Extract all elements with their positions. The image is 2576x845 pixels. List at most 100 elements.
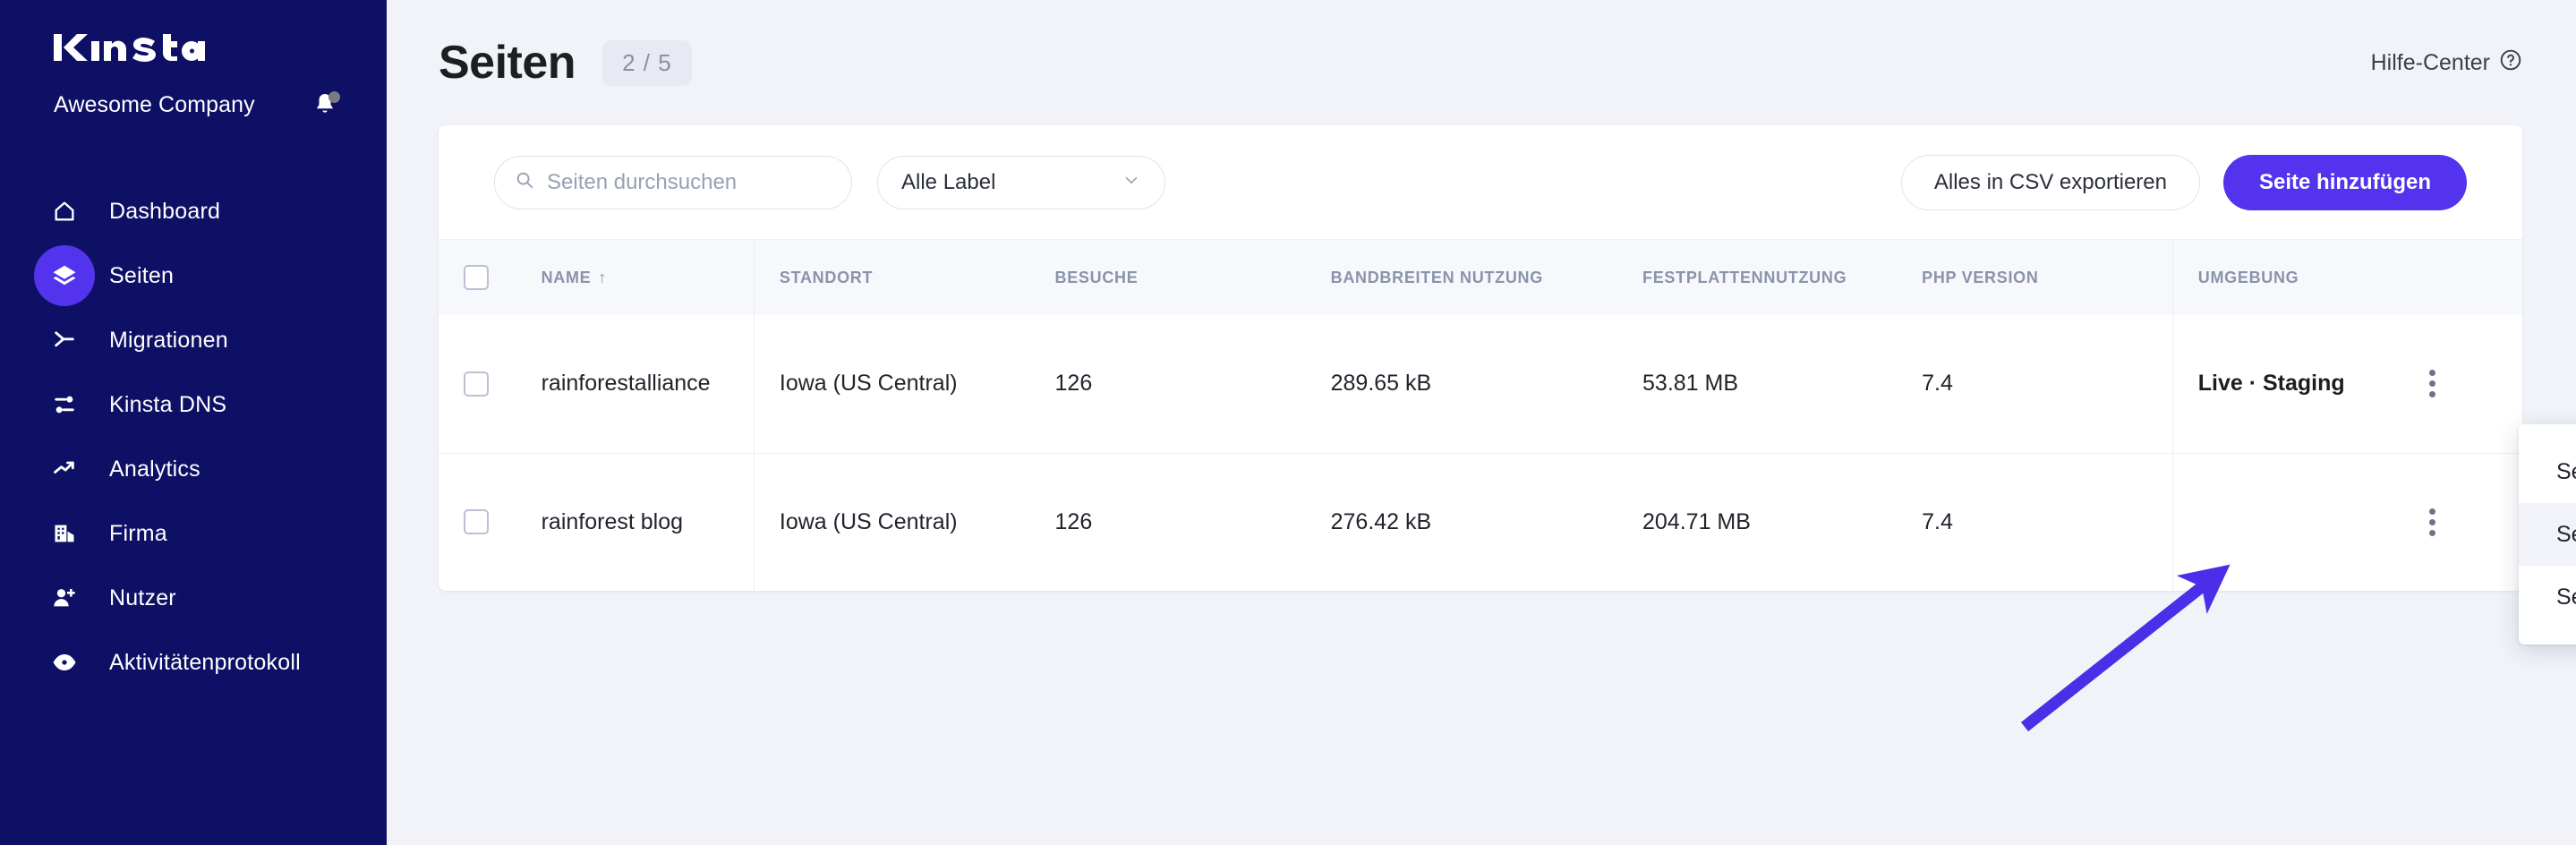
column-header-disk-label: FESTPLATTENNUTZUNG: [1642, 268, 1847, 286]
sidebar-item-label: Firma: [109, 520, 167, 546]
sidebar-nav: Dashboard Seiten Migrationen Kinsta DNS …: [0, 179, 387, 695]
table-header-row: NAME ↑ STANDORT BESUCHE BANDBREITEN NUTZ…: [439, 240, 2522, 315]
table-row[interactable]: rainforestalliance Iowa (US Central) 126…: [439, 315, 2522, 454]
sites-card: Alle Label Alles in CSV exportieren Seit…: [439, 125, 2522, 591]
dns-nodes-icon: [34, 374, 95, 435]
select-all-header: [439, 240, 516, 315]
row-actions-kebab-icon[interactable]: [2414, 504, 2450, 540]
cell-row-actions: [2414, 453, 2522, 591]
menu-item-seite-umbenennen[interactable]: Seite umbenennen: [2519, 566, 2576, 628]
row-checkbox[interactable]: [464, 509, 489, 535]
sidebar-item-seiten[interactable]: Seiten: [0, 243, 387, 308]
location-value: Iowa (US Central): [779, 371, 958, 397]
cell-row-actions: [2414, 315, 2522, 454]
search-input[interactable]: [547, 169, 832, 195]
chevron-down-icon: [1122, 170, 1141, 194]
disk-value: 53.81 MB: [1642, 371, 1739, 397]
cell-site-name[interactable]: rainforestalliance: [516, 315, 755, 454]
column-header-name[interactable]: NAME ↑: [516, 240, 755, 315]
cell-php: 7.4: [1897, 453, 2172, 591]
sidebar-item-aktivitatenprotokoll[interactable]: Aktivitätenprotokoll: [0, 630, 387, 695]
home-icon: [34, 181, 95, 242]
php-value: 7.4: [1922, 508, 1953, 534]
bandwidth-value: 289.65 kB: [1330, 371, 1432, 397]
visits-value: 126: [1054, 508, 1093, 534]
question-circle-icon: [2499, 48, 2522, 78]
cell-location: Iowa (US Central): [753, 315, 1030, 454]
column-header-bandwidth-label: BANDBREITEN NUTZUNG: [1330, 268, 1543, 286]
cell-disk: 53.81 MB: [1617, 315, 1898, 454]
sidebar-item-analytics[interactable]: Analytics: [0, 437, 387, 501]
sidebar-item-label: Analytics: [109, 456, 200, 482]
column-header-location-label: STANDORT: [779, 268, 874, 286]
cell-location: Iowa (US Central): [753, 453, 1030, 591]
location-value: Iowa (US Central): [779, 508, 958, 534]
sidebar-item-label: Migrationen: [109, 327, 228, 353]
app-root: Awesome Company Dashboard Seiten Migrati…: [0, 0, 2576, 845]
sidebar-item-kinsta-dns[interactable]: Kinsta DNS: [0, 372, 387, 437]
column-header-name-label: NAME: [541, 268, 592, 286]
top-bar: Seiten 2 / 5 Hilfe-Center: [387, 0, 2576, 125]
search-icon: [515, 170, 534, 194]
user-plus-icon: [34, 568, 95, 628]
sidebar-item-label: Dashboard: [109, 198, 221, 224]
sites-table: NAME ↑ STANDORT BESUCHE BANDBREITEN NUTZ…: [439, 240, 2522, 591]
export-csv-button[interactable]: Alles in CSV exportieren: [1900, 154, 2200, 210]
column-header-environment[interactable]: UMGEBUNG: [2171, 240, 2415, 315]
sidebar-item-label: Aktivitätenprotokoll: [109, 649, 301, 675]
sites-table-body: rainforestalliance Iowa (US Central) 126…: [439, 315, 2522, 591]
add-site-button[interactable]: Seite hinzufügen: [2223, 154, 2467, 210]
visits-value: 126: [1054, 371, 1093, 397]
sidebar-item-dashboard[interactable]: Dashboard: [0, 179, 387, 243]
table-row[interactable]: rainforest blog Iowa (US Central) 126 27…: [439, 453, 2522, 591]
help-center-link[interactable]: Hilfe-Center: [2371, 48, 2522, 78]
layers-icon: [34, 245, 95, 306]
row-checkbox[interactable]: [464, 371, 489, 397]
sort-ascending-icon: ↑: [598, 268, 608, 286]
site-name-link: rainforest blog: [541, 508, 684, 534]
page-title: Seiten: [439, 37, 576, 89]
label-filter-select[interactable]: Alle Label: [877, 155, 1165, 209]
row-select-cell: [439, 315, 516, 454]
cell-visits: 126: [1029, 315, 1306, 454]
column-header-location[interactable]: STANDORT: [753, 240, 1030, 315]
site-count-chip: 2 / 5: [602, 39, 692, 86]
card-toolbar: Alle Label Alles in CSV exportieren Seit…: [439, 125, 2522, 240]
column-header-visits[interactable]: BESUCHE: [1029, 240, 1306, 315]
cell-bandwidth: 276.42 kB: [1306, 453, 1617, 591]
main-content: Seiten 2 / 5 Hilfe-Center Seiten durchsu…: [387, 0, 2576, 845]
sidebar: Awesome Company Dashboard Seiten Migrati…: [0, 0, 387, 845]
column-header-bandwidth[interactable]: BANDBREITEN NUTZUNG: [1305, 240, 1618, 315]
column-header-php-label: PHP VERSION: [1922, 268, 2039, 286]
column-header-visits-label: BESUCHE: [1054, 268, 1139, 286]
column-header-php[interactable]: PHP VERSION: [1897, 240, 2173, 315]
sidebar-item-label: Kinsta DNS: [109, 391, 227, 417]
column-header-actions: [2414, 240, 2522, 315]
cell-disk: 204.71 MB: [1617, 453, 1897, 591]
sidebar-item-label: Nutzer: [109, 585, 176, 610]
label-filter-value: Alle Label: [901, 169, 996, 194]
environment-value: Live · Staging: [2197, 371, 2345, 397]
cell-bandwidth: 289.65 kB: [1305, 315, 1618, 454]
company-row: Awesome Company: [0, 84, 387, 125]
search-box[interactable]: [494, 155, 852, 209]
column-header-disk[interactable]: FESTPLATTENNUTZUNG: [1617, 240, 1898, 315]
bandwidth-value: 276.42 kB: [1330, 508, 1432, 534]
cell-php: 7.4: [1897, 315, 2173, 454]
help-center-label: Hilfe-Center: [2370, 49, 2490, 75]
row-actions-kebab-icon[interactable]: [2414, 366, 2450, 402]
column-header-environment-label: UMGEBUNG: [2197, 268, 2299, 286]
menu-item-seite-transferieren[interactable]: Seite transferieren: [2519, 503, 2576, 566]
cell-environment: [2171, 453, 2415, 591]
kinsta-logo[interactable]: [0, 18, 387, 81]
row-context-menu[interactable]: Seite labeln Seite transferieren Seite u…: [2519, 424, 2576, 644]
sidebar-item-label: Seiten: [109, 262, 175, 288]
sidebar-item-migrationen[interactable]: Migrationen: [0, 308, 387, 372]
select-all-checkbox[interactable]: [464, 265, 489, 290]
disk-value: 204.71 MB: [1642, 508, 1751, 534]
cell-site-name[interactable]: rainforest blog: [516, 453, 755, 591]
sidebar-item-nutzer[interactable]: Nutzer: [0, 566, 387, 630]
menu-item-seite-labeln[interactable]: Seite labeln: [2519, 440, 2576, 503]
bell-icon[interactable]: [310, 90, 340, 120]
sidebar-item-firma[interactable]: Firma: [0, 501, 387, 566]
